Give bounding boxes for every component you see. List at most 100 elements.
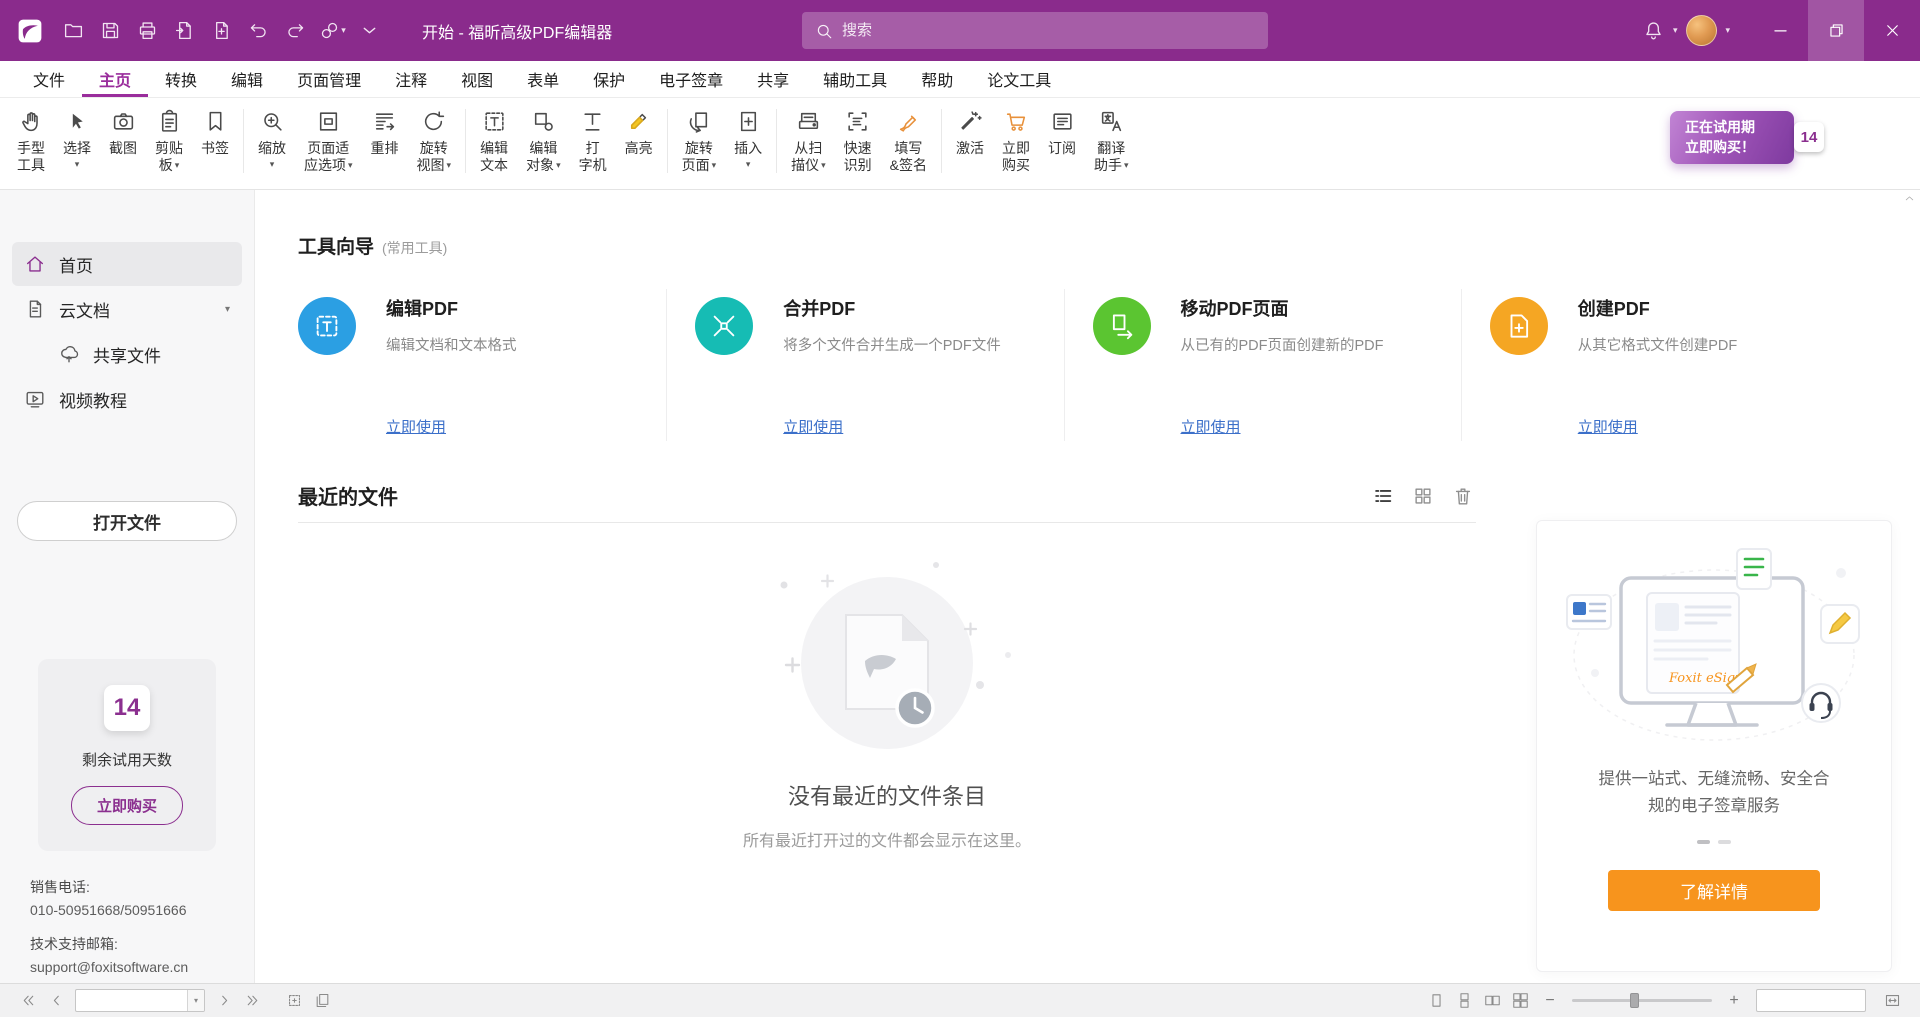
menu-item[interactable]: 注释 <box>378 61 444 97</box>
redo-icon[interactable] <box>277 12 314 49</box>
carousel-dot[interactable] <box>1718 840 1731 844</box>
print-icon[interactable] <box>129 12 166 49</box>
ribbon-item-ocr[interactable]: 快速识别 <box>835 107 881 173</box>
zoom-slider[interactable] <box>1572 999 1712 1002</box>
use-now-link[interactable]: 立即使用 <box>783 416 843 437</box>
tool-card[interactable]: 合并PDF将多个文件合并生成一个PDF文件立即使用 <box>666 289 1063 441</box>
menu-item[interactable]: 共享 <box>740 61 806 97</box>
notifications-bell-button[interactable] <box>1635 12 1672 49</box>
zoom-in-button[interactable]: + <box>1722 989 1746 1013</box>
sidebar-item-share-cloud[interactable]: 共享文件 <box>12 332 242 376</box>
menu-item[interactable]: 辅助工具 <box>806 61 904 97</box>
home-icon <box>24 253 46 275</box>
foxit-logo[interactable] <box>13 14 47 48</box>
carousel-dot[interactable] <box>1697 840 1710 844</box>
ribbon-item-subscribe[interactable]: 订阅 <box>1039 107 1085 157</box>
save-icon[interactable] <box>92 12 129 49</box>
prev-page-icon[interactable] <box>42 988 70 1014</box>
copy-page-icon[interactable] <box>308 988 336 1014</box>
ribbon-item-rotate-view[interactable]: 旋转视图▾ <box>408 107 461 173</box>
tool-card[interactable]: 编辑PDF编辑文档和文本格式立即使用 <box>298 289 666 441</box>
tool-card[interactable]: 移动PDF页面从已有的PDF页面创建新的PDF立即使用 <box>1064 289 1461 441</box>
menu-item[interactable]: 保护 <box>576 61 642 97</box>
support-email-value[interactable]: support@foxitsoftware.cn <box>30 959 254 975</box>
chevron-down-icon[interactable]: ▾ <box>225 304 230 315</box>
last-page-icon[interactable] <box>238 988 266 1014</box>
close-button[interactable] <box>1864 0 1920 61</box>
ribbon-item-highlight[interactable]: 高亮 <box>616 107 662 157</box>
grid-view-icon[interactable] <box>1410 483 1436 509</box>
menu-item[interactable]: 页面管理 <box>280 61 378 97</box>
next-page-icon[interactable] <box>210 988 238 1014</box>
folder-open-icon[interactable] <box>55 12 92 49</box>
page-number-input[interactable] <box>76 993 187 1008</box>
continuous-facing-icon[interactable] <box>1506 988 1534 1014</box>
menu-item[interactable]: 主页 <box>82 61 148 97</box>
user-avatar[interactable] <box>1686 15 1717 46</box>
sidebar-item-home[interactable]: 首页 <box>12 242 242 286</box>
use-now-link[interactable]: 立即使用 <box>386 416 446 437</box>
menu-item[interactable]: 视图 <box>444 61 510 97</box>
ribbon-item-typewriter[interactable]: 打字机 <box>570 107 616 173</box>
use-now-link[interactable]: 立即使用 <box>1578 416 1638 437</box>
ribbon-item-reflow[interactable]: 重排 <box>362 107 408 157</box>
single-page-icon[interactable] <box>1422 988 1450 1014</box>
trial-banner[interactable]: 正在试用期 立即购买！ 14 <box>1670 111 1794 164</box>
tool-card[interactable]: 创建PDF从其它格式文件创建PDF立即使用 <box>1461 289 1858 441</box>
ribbon-item-activate[interactable]: 激活 <box>947 107 993 157</box>
collapse-ribbon-icon[interactable] <box>351 12 388 49</box>
minimize-button[interactable] <box>1752 0 1808 61</box>
ribbon-item-cart[interactable]: 立即购买 <box>993 107 1039 173</box>
zoom-value-box[interactable] <box>1756 989 1866 1012</box>
page-number-box[interactable]: ▾ <box>75 989 205 1012</box>
ribbon-item-bookmark[interactable]: 书签 <box>192 107 238 157</box>
account-caret-icon[interactable]: ▾ <box>1725 25 1730 36</box>
ribbon-item-clipboard[interactable]: 剪贴板▾ <box>146 107 192 173</box>
ribbon-item-edit-text[interactable]: 编辑文本 <box>471 107 517 173</box>
quick-tools-icon[interactable]: ▾ <box>314 12 351 49</box>
first-page-icon[interactable] <box>14 988 42 1014</box>
fit-width-icon[interactable] <box>1878 988 1906 1014</box>
menu-item[interactable]: 转换 <box>148 61 214 97</box>
undo-icon[interactable] <box>240 12 277 49</box>
learn-more-button[interactable]: 了解详情 <box>1608 870 1820 911</box>
snapshot-icon[interactable] <box>280 988 308 1014</box>
search-box[interactable] <box>802 12 1268 49</box>
menu-item[interactable]: 电子签章 <box>642 61 740 97</box>
ribbon-item-insert[interactable]: 插入▾ <box>725 107 771 169</box>
ribbon-item-fill-sign[interactable]: 填写&签名 <box>881 107 936 173</box>
sidebar-item-video[interactable]: 视频教程 <box>12 377 242 421</box>
buy-now-button[interactable]: 立即购买 <box>71 786 183 825</box>
menu-item[interactable]: 帮助 <box>904 61 970 97</box>
ribbon-item-zoom[interactable]: 缩放▾ <box>249 107 295 169</box>
ribbon-item-hand[interactable]: 手型工具 <box>8 107 54 173</box>
list-view-icon[interactable] <box>1370 483 1396 509</box>
facing-page-icon[interactable] <box>1478 988 1506 1014</box>
ribbon-item-scanner[interactable]: 从扫描仪▾ <box>782 107 835 173</box>
continuous-page-icon[interactable] <box>1450 988 1478 1014</box>
menu-item[interactable]: 论文工具 <box>970 61 1068 97</box>
trash-icon[interactable] <box>1450 483 1476 509</box>
notifications-caret-icon[interactable]: ▾ <box>1673 25 1678 36</box>
use-now-link[interactable]: 立即使用 <box>1181 416 1241 437</box>
zoom-value-input[interactable] <box>1757 993 1865 1008</box>
create-doc-icon[interactable] <box>203 12 240 49</box>
menu-item[interactable]: 文件 <box>16 61 82 97</box>
ribbon-item-translate[interactable]: 翻译助手▾ <box>1085 107 1138 173</box>
zoom-out-button[interactable]: − <box>1538 989 1562 1013</box>
ribbon-item-rotate-pages[interactable]: 旋转页面▾ <box>673 107 726 173</box>
sidebar-item-cloud-doc[interactable]: 云文档▾ <box>12 287 242 331</box>
menu-item[interactable]: 表单 <box>510 61 576 97</box>
ribbon-item-camera[interactable]: 截图 <box>100 107 146 157</box>
search-input[interactable] <box>842 22 1255 39</box>
ribbon-item-select[interactable]: 选择▾ <box>54 107 100 169</box>
page-dropdown-caret-icon[interactable]: ▾ <box>187 990 204 1011</box>
scrollbar-up-icon[interactable] <box>1903 192 1916 205</box>
restore-button[interactable] <box>1808 0 1864 61</box>
ribbon-item-page-fit[interactable]: 页面适应选项▾ <box>295 107 362 173</box>
ribbon-item-edit-object[interactable]: 编辑对象▾ <box>517 107 570 173</box>
open-file-button[interactable]: 打开文件 <box>17 501 237 541</box>
menu-item[interactable]: 编辑 <box>214 61 280 97</box>
export-doc-icon[interactable] <box>166 12 203 49</box>
zoom-slider-thumb[interactable] <box>1630 993 1639 1008</box>
